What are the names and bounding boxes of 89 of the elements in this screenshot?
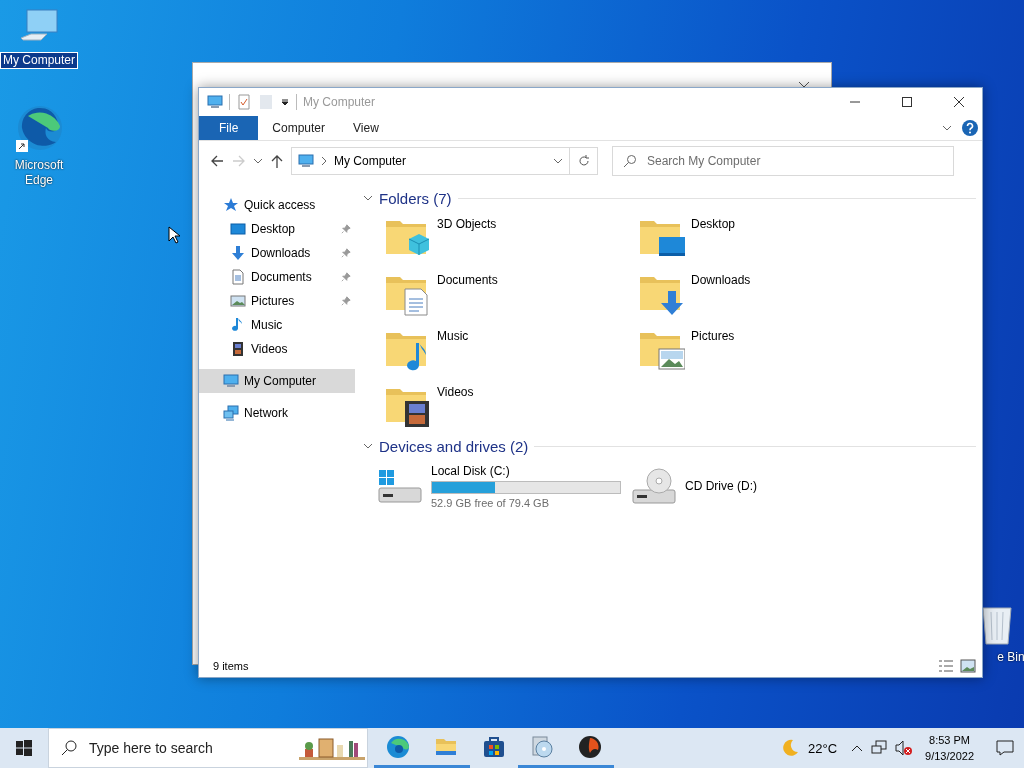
computer-icon xyxy=(298,153,314,169)
network-icon[interactable] xyxy=(871,740,888,756)
computer-icon xyxy=(223,373,239,389)
desktop-icon-label[interactable]: My Computer xyxy=(0,52,78,69)
chevron-down-icon[interactable] xyxy=(363,441,373,451)
computer-icon xyxy=(207,94,223,110)
download-icon xyxy=(230,245,246,261)
clock[interactable]: 8:53 PM 9/13/2022 xyxy=(921,732,978,764)
recent-locations-button[interactable] xyxy=(253,156,263,166)
large-icons-view-icon[interactable] xyxy=(960,659,976,673)
window-title: My Computer xyxy=(303,95,377,109)
back-arrow-icon xyxy=(209,153,225,169)
search-icon xyxy=(61,740,77,756)
cd-drive-icon xyxy=(631,466,679,506)
ribbon-tab[interactable]: Computer xyxy=(258,116,340,140)
taskbar-search-field[interactable]: Type here to search xyxy=(48,728,368,768)
star-icon xyxy=(223,197,239,213)
search-field[interactable]: Search My Computer xyxy=(612,146,954,176)
section-header: Folders (7) xyxy=(379,189,452,207)
nav-label: Documents xyxy=(251,270,313,284)
nav-label: Videos xyxy=(251,342,289,356)
chevron-down-icon[interactable] xyxy=(363,193,373,203)
folder-item[interactable]: Pictures xyxy=(631,321,885,377)
edge-icon xyxy=(14,104,64,154)
folder-item[interactable]: Documents xyxy=(377,265,631,321)
orb-icon xyxy=(578,734,602,759)
ribbon-tab[interactable]: View xyxy=(339,116,393,140)
maximize-icon xyxy=(902,97,912,107)
folder-item[interactable]: 3D Objects xyxy=(377,209,631,265)
back-button[interactable] xyxy=(209,153,225,169)
close-icon xyxy=(954,97,964,107)
chevron-down-icon xyxy=(253,156,263,166)
expand-ribbon-icon xyxy=(942,123,952,133)
up-button[interactable] xyxy=(269,153,285,169)
folder-item[interactable]: Music xyxy=(377,321,631,377)
nav-item[interactable]: Desktop xyxy=(199,217,355,241)
moon-icon xyxy=(780,738,800,758)
folder-item[interactable]: Downloads xyxy=(631,265,885,321)
nav-item[interactable]: Quick access xyxy=(199,193,355,217)
nav-item[interactable]: Pictures xyxy=(199,289,355,313)
nav-item[interactable]: Music xyxy=(199,313,355,337)
chevron-down-icon xyxy=(553,156,563,166)
nav-label: Music xyxy=(251,318,284,332)
drive-item[interactable]: CD Drive (D:) xyxy=(631,461,885,511)
ribbon-tab[interactable]: File xyxy=(199,116,259,140)
nav-label: Downloads xyxy=(251,246,312,260)
pin-icon[interactable] xyxy=(341,296,351,306)
disc-icon xyxy=(530,734,554,759)
pin-icon[interactable] xyxy=(341,272,351,282)
help-icon[interactable] xyxy=(962,120,978,136)
refresh-icon xyxy=(576,154,591,168)
windows-logo-icon xyxy=(16,740,32,756)
section-header: Devices and drives (2) xyxy=(379,437,529,455)
chevron-right-icon xyxy=(320,156,328,166)
film-icon xyxy=(230,341,246,357)
folder-item[interactable]: Desktop xyxy=(631,209,885,265)
store-icon xyxy=(482,734,506,759)
desktop-icon-label[interactable]: e Bin xyxy=(995,650,1024,665)
nav-label: Pictures xyxy=(251,294,296,308)
nav-item[interactable]: Documents xyxy=(199,265,355,289)
nav-item[interactable]: Videos xyxy=(199,337,355,361)
folder-item[interactable]: Videos xyxy=(377,377,631,433)
pin-icon[interactable] xyxy=(341,248,351,258)
network-icon xyxy=(223,405,239,421)
picture-icon xyxy=(230,293,246,309)
address-bar[interactable]: My Computer xyxy=(291,147,570,175)
chevron-up-icon[interactable] xyxy=(851,744,864,752)
drive-item[interactable]: Local Disk (C:) 52.9 GB free of 79.4 GB xyxy=(377,461,631,511)
drive-name: CD Drive (D:) xyxy=(685,479,757,493)
dropdown-icon[interactable] xyxy=(280,97,290,107)
pin-icon[interactable] xyxy=(341,224,351,234)
forward-arrow-icon xyxy=(231,153,247,169)
free-space-text: 52.9 GB free of 79.4 GB xyxy=(431,496,550,509)
edge-icon xyxy=(386,734,410,759)
monitor-icon xyxy=(230,221,246,237)
temperature[interactable]: 22°C xyxy=(808,740,838,756)
search-icon xyxy=(623,154,637,168)
nav-item[interactable]: My Computer xyxy=(199,369,355,393)
volume-muted-icon[interactable] xyxy=(895,740,914,756)
mouse-cursor-icon xyxy=(168,226,180,244)
nav-item[interactable]: Network xyxy=(199,401,355,425)
nav-item[interactable]: Downloads xyxy=(199,241,355,265)
up-arrow-icon xyxy=(269,153,285,169)
nav-label: Desktop xyxy=(251,222,297,236)
document-icon xyxy=(230,269,246,285)
item-count: 9 items xyxy=(213,660,250,672)
drive-name: Local Disk (C:) xyxy=(431,463,511,478)
checklist-icon[interactable] xyxy=(236,94,252,110)
notification-icon[interactable] xyxy=(996,740,1014,756)
